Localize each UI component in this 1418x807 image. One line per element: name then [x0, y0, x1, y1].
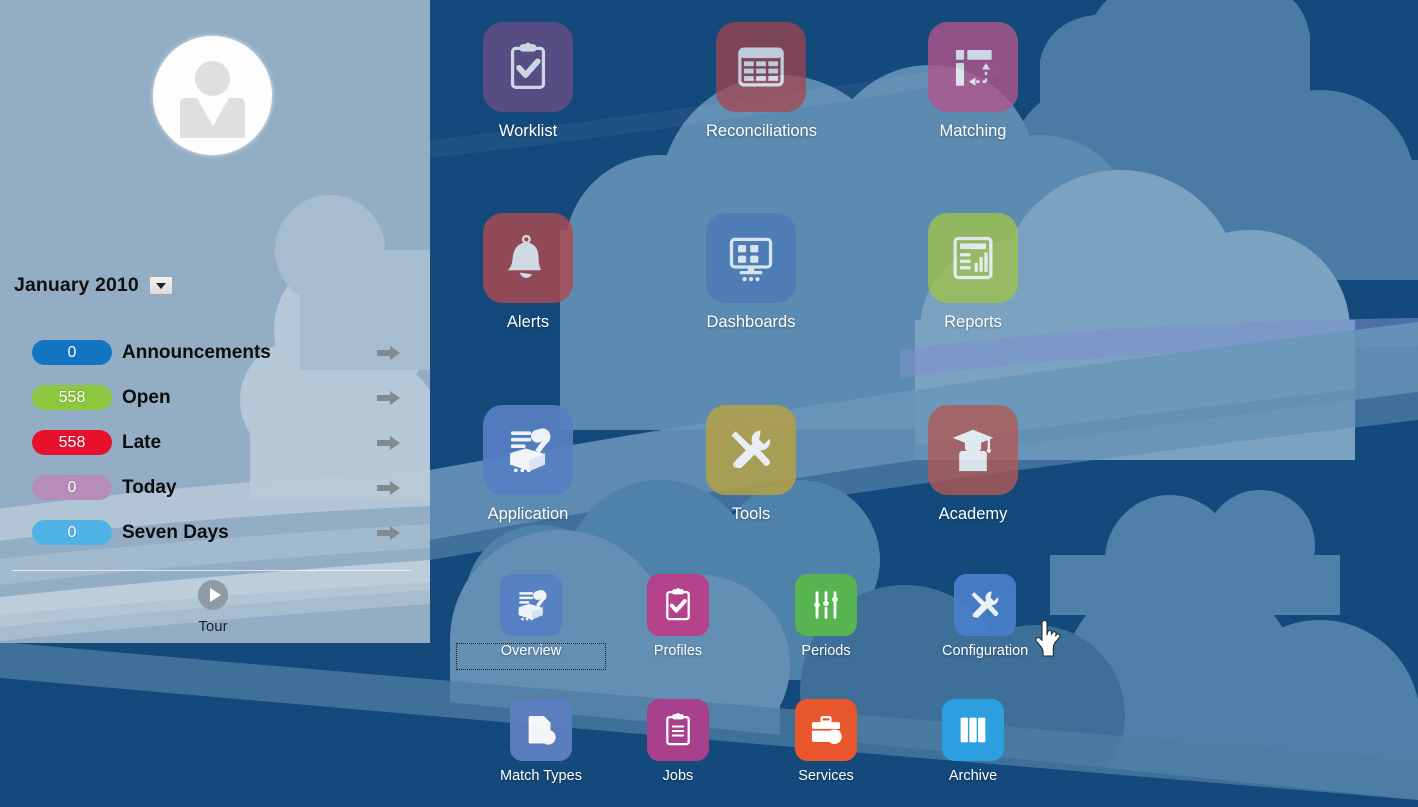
status-count-badge: 0	[32, 340, 112, 365]
status-count-badge: 558	[32, 385, 112, 410]
avatar[interactable]	[153, 36, 272, 155]
go-arrow-icon[interactable]	[377, 525, 401, 541]
app-tile-tools[interactable]: Tools	[706, 405, 796, 524]
status-label: Open	[122, 386, 171, 408]
left-summary-panel: January 2010 0 Announcements 558 Open 55…	[0, 0, 430, 643]
go-arrow-icon[interactable]	[377, 480, 401, 496]
app-tile-archive[interactable]: Archive	[942, 699, 1004, 784]
app-tile-application[interactable]: Application	[483, 405, 573, 524]
report-chart-icon	[928, 213, 1018, 303]
app-tile-label: Worklist	[498, 122, 558, 140]
app-tile-label: Reconciliations	[706, 122, 817, 140]
binders-icon	[942, 699, 1004, 761]
app-tile-profiles[interactable]: Profiles	[647, 574, 709, 659]
app-tile-label: Jobs	[662, 768, 694, 784]
avatar-vneck-icon	[197, 98, 229, 126]
app-tile-label: Match Types	[500, 768, 582, 784]
go-arrow-icon[interactable]	[377, 435, 401, 451]
period-label: January 2010	[14, 274, 139, 296]
clipboard-check-icon	[483, 22, 573, 112]
app-tile-label: Profiles	[653, 643, 703, 659]
panel-divider	[12, 570, 412, 571]
app-tile-label: Dashboards	[706, 313, 796, 331]
status-label: Announcements	[122, 341, 271, 363]
app-tile-label: Services	[798, 768, 854, 784]
match-arrows-icon	[928, 22, 1018, 112]
app-tile-configuration[interactable]: Configuration	[942, 574, 1028, 659]
bell-icon	[483, 213, 573, 303]
tour-button[interactable]: Tour	[168, 580, 258, 635]
status-row[interactable]: 558 Late	[0, 420, 430, 465]
app-tile-label: Matching	[939, 122, 1007, 140]
status-label: Seven Days	[122, 521, 229, 543]
app-tile-matching[interactable]: Matching	[928, 22, 1018, 141]
sliders-icon	[795, 574, 857, 636]
status-count-badge: 0	[32, 520, 112, 545]
app-tile-overview[interactable]: Overview	[500, 574, 562, 659]
status-count-badge: 558	[32, 430, 112, 455]
app-tile-reports[interactable]: Reports	[928, 213, 1018, 332]
dashboard-icon	[706, 213, 796, 303]
status-row[interactable]: 0 Today	[0, 465, 430, 510]
app-tile-worklist[interactable]: Worklist	[483, 22, 573, 141]
app-tile-academy[interactable]: Academy	[928, 405, 1018, 524]
status-count-badge: 0	[32, 475, 112, 500]
clipboard-check-icon	[647, 574, 709, 636]
app-tile-alerts[interactable]: Alerts	[483, 213, 573, 332]
app-tile-label: Application	[487, 505, 569, 523]
app-box-wrench-icon	[483, 405, 573, 495]
status-row[interactable]: 0 Announcements	[0, 330, 430, 375]
tools-icon	[706, 405, 796, 495]
app-tile-dashboards[interactable]: Dashboards	[706, 213, 796, 332]
app-launcher-grid: Worklist Reconciliations Matching Alerts	[430, 0, 1418, 807]
clipboard-lines-icon	[647, 699, 709, 761]
graduation-icon	[928, 405, 1018, 495]
status-row[interactable]: 558 Open	[0, 375, 430, 420]
app-tile-label: Periods	[801, 643, 851, 659]
avatar-head-icon	[195, 61, 230, 96]
tools-icon	[954, 574, 1017, 636]
app-tile-label: Reports	[944, 313, 1002, 331]
tour-label: Tour	[198, 618, 228, 635]
go-arrow-icon[interactable]	[377, 345, 401, 361]
play-icon	[198, 580, 228, 610]
status-label: Late	[122, 431, 162, 453]
app-tile-label: Academy	[938, 505, 1008, 523]
app-tile-label: Overview	[500, 643, 562, 659]
app-tile-reconciliations[interactable]: Reconciliations	[706, 22, 817, 141]
app-tile-label: Archive	[948, 768, 998, 784]
app-tile-label: Tools	[731, 505, 771, 523]
status-summary-list: 0 Announcements 558 Open 558 Late 0 Toda…	[0, 330, 430, 555]
period-selector[interactable]: January 2010	[14, 274, 173, 297]
status-label: Today	[122, 476, 177, 498]
status-row[interactable]: 0 Seven Days	[0, 510, 430, 555]
app-tile-label: Alerts	[506, 313, 550, 331]
app-tile-label: Configuration	[942, 643, 1029, 659]
chevron-down-icon	[155, 282, 166, 289]
briefcase-gear-icon	[795, 699, 857, 761]
app-tile-periods[interactable]: Periods	[795, 574, 857, 659]
go-arrow-icon[interactable]	[377, 390, 401, 406]
table-grid-icon	[716, 22, 807, 112]
period-dropdown[interactable]	[148, 276, 173, 295]
app-tile-jobs[interactable]: Jobs	[647, 699, 709, 784]
app-tile-services[interactable]: Services	[795, 699, 857, 784]
app-tile-match-types[interactable]: Match Types	[500, 699, 582, 784]
doc-check-icon	[509, 699, 572, 761]
app-box-wrench-icon	[500, 574, 562, 636]
